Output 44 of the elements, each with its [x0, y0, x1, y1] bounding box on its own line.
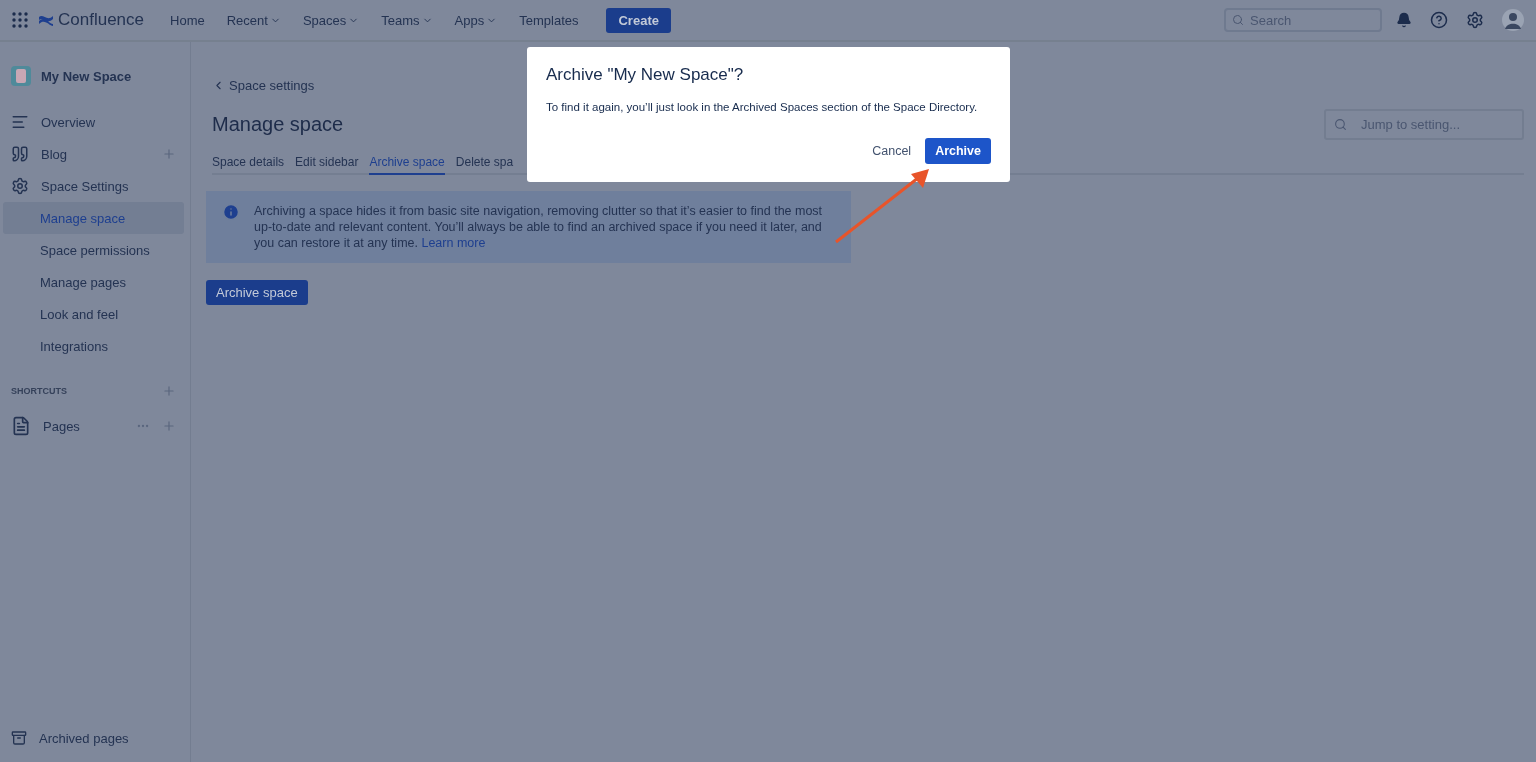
dialog-title: Archive "My New Space"?: [546, 65, 745, 85]
settings-icon: [11, 177, 29, 195]
logo-icon: [38, 13, 54, 27]
nav-menu-item[interactable]: Home: [164, 8, 211, 32]
nav-menu-item[interactable]: Recent: [220, 8, 287, 32]
lines-icon: [11, 113, 29, 131]
space-name: My New Space: [41, 68, 132, 84]
create-button[interactable]: Create: [606, 7, 671, 33]
nav-menu-item[interactable]: Apps: [448, 8, 504, 32]
cancel-button[interactable]: Cancel: [866, 139, 918, 163]
info-message: Archiving a space hides it from basic site navigation, removing clutter so that it’s easier to find the most up-to-date and relevant content. You’ll always be able to find an archived space if you need it later, and you can restore it at any time. Learn more: [254, 203, 824, 251]
tab[interactable]: Space details: [212, 155, 285, 175]
sidebar-item[interactable]: Pages: [43, 418, 124, 434]
learn-more-link[interactable]: Learn more: [421, 236, 486, 250]
tab[interactable]: Delete spa: [455, 155, 514, 175]
product-name: Confluence: [58, 10, 144, 30]
sidebar-item[interactable]: Look and feel: [3, 298, 184, 330]
sidebar-item[interactable]: Space Settings: [3, 170, 184, 202]
page-icon: [11, 416, 31, 436]
search-icon: [1334, 118, 1347, 131]
info-icon: [222, 203, 240, 221]
avatar[interactable]: [1502, 9, 1524, 31]
section-heading: SHORTCUTS: [11, 386, 68, 396]
nav-menu-item[interactable]: Teams: [375, 8, 439, 32]
nav-menu-item[interactable]: Spaces: [296, 8, 366, 32]
search-icon: [1232, 14, 1244, 26]
archive-space-button[interactable]: Archive space: [206, 280, 308, 305]
tab[interactable]: Archive space: [369, 155, 445, 175]
archive-button[interactable]: Archive: [925, 138, 991, 164]
archive-icon: [11, 730, 27, 746]
sidebar-item[interactable]: Blog: [3, 138, 184, 170]
sidebar-item[interactable]: Archived pages: [39, 730, 129, 746]
quote-icon: [11, 145, 29, 163]
sidebar-item[interactable]: Overview: [3, 106, 184, 138]
sidebar-item[interactable]: Manage pages: [3, 266, 184, 298]
sidebar-item[interactable]: Space permissions: [3, 234, 184, 266]
sidebar-item[interactable]: Integrations: [3, 330, 184, 362]
tab[interactable]: Edit sidebar: [295, 155, 359, 175]
dialog-message: To find it again, you’ll just look in the Archived Spaces section of the Space Directory.: [546, 101, 979, 113]
space-icon: [11, 66, 31, 86]
sidebar-item[interactable]: Manage space: [3, 202, 184, 234]
page-title: Manage space: [212, 113, 344, 136]
nav-menu-item[interactable]: Templates: [513, 8, 585, 32]
app-grid-icon[interactable]: [12, 12, 28, 28]
